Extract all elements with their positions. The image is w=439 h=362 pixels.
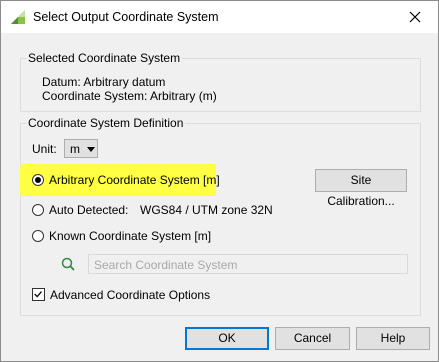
app-icon [11, 10, 25, 24]
help-button[interactable]: Help [356, 327, 430, 350]
search-coordinate-input[interactable]: Search Coordinate System [88, 254, 408, 274]
close-icon[interactable] [407, 9, 423, 25]
radio-arbitrary[interactable] [32, 174, 44, 186]
site-calibration-button[interactable]: Site Calibration... [315, 169, 407, 208]
radio-auto-detected-label[interactable]: Auto Detected: [49, 203, 128, 217]
radio-auto-detected[interactable] [32, 204, 44, 216]
chevron-down-icon [87, 147, 95, 152]
datum-text: Datum: Arbitrary datum [42, 75, 166, 89]
definition-group-label: Coordinate System Definition [26, 116, 186, 130]
coordinate-system-text: Coordinate System: Arbitrary (m) [42, 89, 217, 103]
cancel-button[interactable]: Cancel [275, 327, 350, 350]
unit-label: Unit: [32, 142, 57, 156]
advanced-options-checkbox[interactable] [32, 288, 45, 301]
unit-value: m [70, 142, 80, 156]
search-placeholder: Search Coordinate System [94, 258, 238, 272]
radio-known-coordinate[interactable] [32, 230, 44, 242]
auto-detected-value: WGS84 / UTM zone 32N [140, 203, 273, 217]
unit-dropdown[interactable]: m [64, 139, 98, 158]
search-icon [61, 257, 75, 271]
title-bar: Select Output Coordinate System [1, 1, 438, 33]
radio-known-coordinate-label[interactable]: Known Coordinate System [m] [49, 229, 211, 243]
window-title: Select Output Coordinate System [33, 10, 219, 24]
radio-arbitrary-label[interactable]: Arbitrary Coordinate System [m] [49, 173, 220, 187]
ok-button[interactable]: OK [185, 327, 269, 350]
checkmark-icon [34, 291, 42, 298]
advanced-options-label[interactable]: Advanced Coordinate Options [50, 288, 210, 302]
selected-coordinate-group-label: Selected Coordinate System [26, 51, 183, 65]
